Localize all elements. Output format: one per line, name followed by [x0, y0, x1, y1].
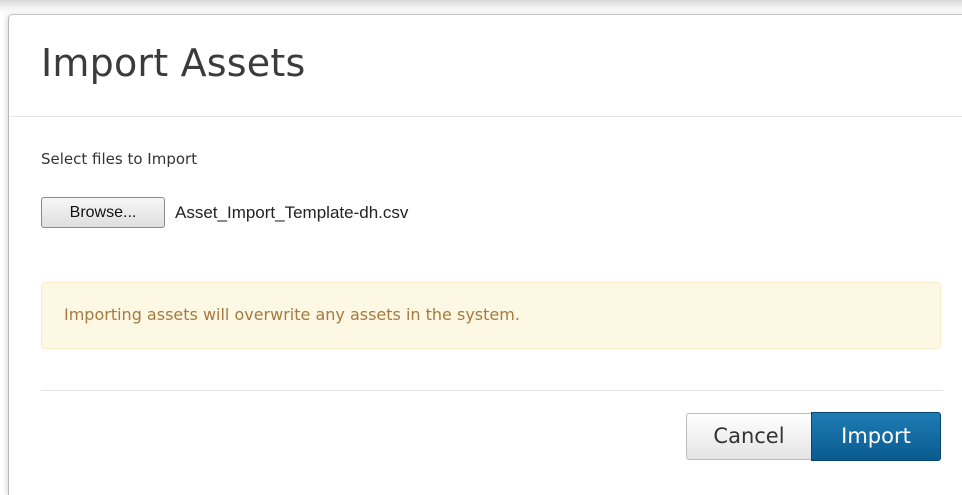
footer-divider: [41, 390, 943, 391]
dialog-header: Import Assets: [9, 15, 962, 117]
select-files-label: Select files to Import: [41, 150, 198, 168]
cancel-button[interactable]: Cancel: [686, 413, 811, 460]
backdrop-shadow: [0, 0, 962, 14]
import-button[interactable]: Import: [811, 412, 941, 461]
import-assets-dialog: Import Assets Select files to Import Bro…: [8, 14, 962, 495]
overwrite-warning-alert: Importing assets will overwrite any asse…: [41, 282, 941, 349]
selected-file-name: Asset_Import_Template-dh.csv: [175, 203, 409, 222]
dialog-title: Import Assets: [41, 41, 306, 85]
warning-text: Importing assets will overwrite any asse…: [64, 305, 520, 324]
browse-button[interactable]: Browse...: [41, 197, 165, 228]
